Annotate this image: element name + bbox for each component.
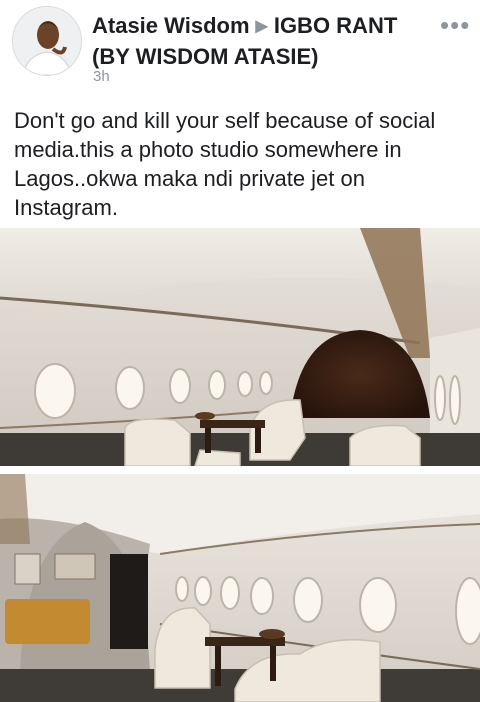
triangle-right-icon: ▶ xyxy=(255,18,268,35)
author-name[interactable]: Atasie Wisdom xyxy=(92,13,250,38)
group-name-suffix[interactable]: (BY WISDOM ATASIE) xyxy=(92,44,319,69)
post-title: Atasie Wisdom ▶ IGBO RANT (BY WISDOM ATASI… xyxy=(92,12,432,71)
post-time[interactable]: 3h xyxy=(93,68,110,85)
post-header: Atasie Wisdom ▶ IGBO RANT (BY WISDOM ATASI… xyxy=(0,0,480,96)
group-name[interactable]: IGBO RANT xyxy=(274,13,397,38)
post-body: Don't go and kill your self because of s… xyxy=(14,108,436,220)
avatar[interactable] xyxy=(12,6,82,76)
avatar-image xyxy=(13,7,81,75)
jet-interior-photo-2[interactable] xyxy=(0,474,480,702)
jet-interior-photo-1[interactable] xyxy=(0,228,480,466)
more-dots-icon[interactable]: ••• xyxy=(440,12,470,38)
